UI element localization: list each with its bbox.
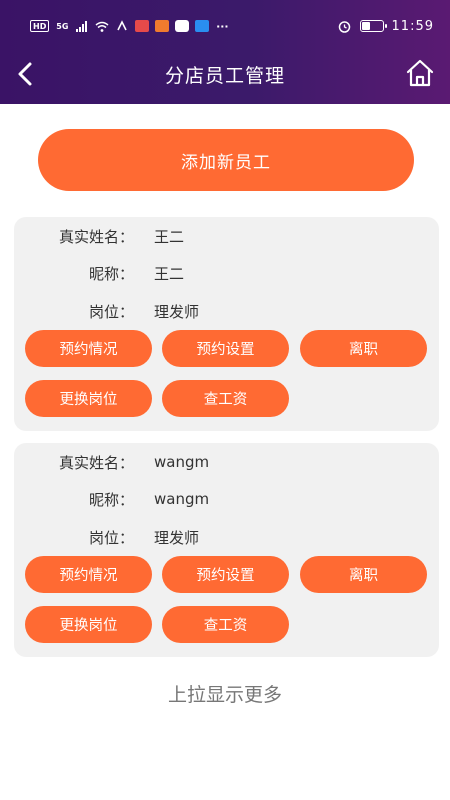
- check-salary-button[interactable]: 查工资: [162, 606, 289, 643]
- position-value: 理发师: [154, 528, 200, 547]
- booking-status-button[interactable]: 预约情况: [25, 330, 152, 367]
- name-value: 王二: [154, 227, 185, 246]
- vpn-icon: [115, 19, 129, 33]
- nickname-row: 昵称： 王二: [14, 261, 184, 285]
- app-header: HD 5G ··· 11:59 分店员工管理: [0, 0, 450, 104]
- change-position-button[interactable]: 更换岗位: [25, 380, 152, 417]
- nickname-value: wangm: [154, 490, 210, 508]
- signal-5g-icon: 5G: [56, 21, 69, 31]
- battery-icon: [359, 20, 387, 32]
- app-notification-icon: [195, 20, 210, 32]
- signal-bars-icon: [75, 19, 89, 33]
- name-row: 真实姓名： wangm: [14, 450, 209, 474]
- position-row: 岗位： 理发师: [14, 299, 199, 323]
- nickname-row: 昵称： wangm: [14, 487, 209, 511]
- nickname-label: 昵称：: [88, 490, 134, 509]
- position-label: 岗位：: [88, 302, 134, 321]
- name-value: wangm: [154, 453, 210, 471]
- load-more-hint: 上拉显示更多: [167, 684, 282, 706]
- booking-settings-button[interactable]: 预约设置: [162, 556, 289, 593]
- nickname-label: 昵称：: [88, 264, 134, 283]
- booking-status-button[interactable]: 预约情况: [25, 556, 152, 593]
- app-notification-icon: [175, 20, 190, 32]
- employee-card: 真实姓名： 王二 昵称： 王二 岗位： 理发师 预约情况 预约设置 离职 更换岗…: [14, 217, 439, 431]
- wifi-icon: [95, 19, 109, 33]
- position-row: 岗位： 理发师: [14, 525, 199, 549]
- home-icon: [406, 59, 434, 87]
- status-icons: HD 5G ···: [30, 19, 229, 33]
- nav-bar: 分店员工管理: [0, 52, 450, 96]
- hd-icon: HD: [30, 20, 50, 32]
- home-button[interactable]: [404, 56, 436, 90]
- status-bar: HD 5G ··· 11:59: [0, 0, 450, 52]
- chevron-left-icon: [18, 62, 32, 86]
- employee-card: 真实姓名： wangm 昵称： wangm 岗位： 理发师 预约情况 预约设置 …: [14, 443, 439, 657]
- name-label: 真实姓名：: [58, 453, 134, 472]
- status-time: 11:59: [391, 18, 434, 34]
- name-label: 真实姓名：: [58, 227, 134, 246]
- page-title: 分店员工管理: [164, 64, 285, 87]
- app-notification-icon: [155, 20, 170, 32]
- alarm-icon: [338, 19, 352, 33]
- check-salary-button[interactable]: 查工资: [162, 380, 289, 417]
- back-button[interactable]: [10, 58, 40, 90]
- name-row: 真实姓名： 王二: [14, 224, 184, 248]
- more-icon: ···: [216, 19, 229, 33]
- booking-settings-button[interactable]: 预约设置: [162, 330, 289, 367]
- nickname-value: 王二: [154, 264, 185, 283]
- change-position-button[interactable]: 更换岗位: [25, 606, 152, 643]
- add-employee-button[interactable]: 添加新员工: [38, 129, 414, 191]
- position-value: 理发师: [154, 302, 200, 321]
- app-notification-icon: [135, 20, 150, 32]
- resign-button[interactable]: 离职: [300, 556, 427, 593]
- status-system: 11:59: [338, 19, 434, 34]
- position-label: 岗位：: [88, 528, 134, 547]
- resign-button[interactable]: 离职: [300, 330, 427, 367]
